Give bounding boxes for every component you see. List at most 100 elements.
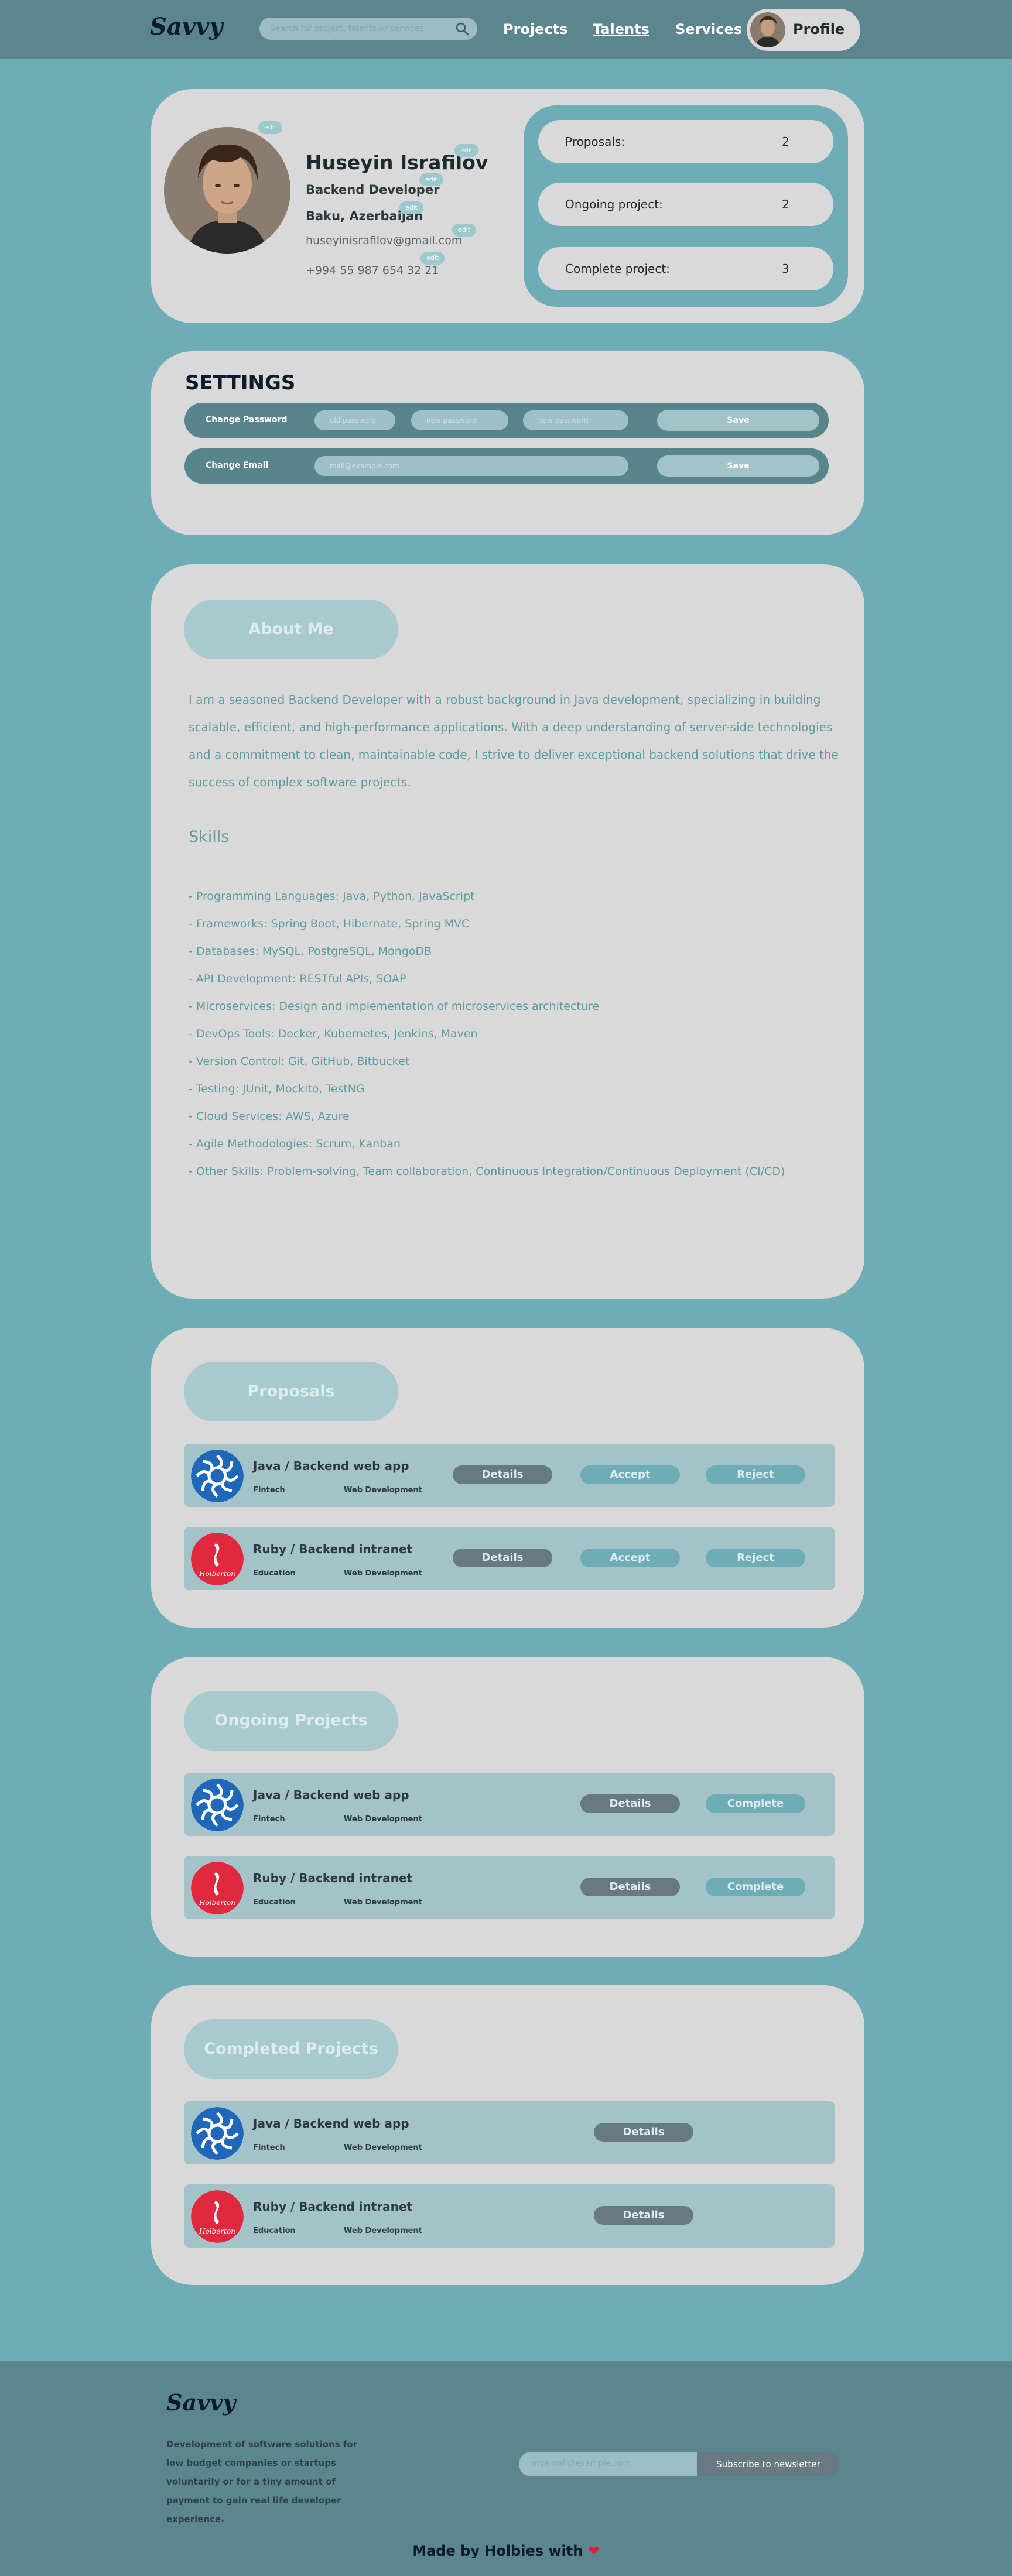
stat-complete[interactable]: Complete project: 3 xyxy=(538,247,833,290)
confirm-password-input[interactable]: new password xyxy=(523,410,628,430)
accept-button[interactable]: Accept xyxy=(580,1465,680,1484)
project-title: Ruby / Backend intranet xyxy=(253,1542,413,1556)
proposal-row[interactable]: Holberton Ruby / Backend intranet Educat… xyxy=(184,1527,835,1590)
holberton-logo-icon: Holberton xyxy=(191,2190,244,2243)
skill-item: - Version Control: Git, GitHub, Bitbucke… xyxy=(189,1055,410,1068)
complete-button[interactable]: Complete xyxy=(706,1794,805,1813)
details-button[interactable]: Details xyxy=(594,2123,693,2142)
completed-projects-card: Completed Projects Java / Backend web ap… xyxy=(151,1985,864,2285)
profile-role: Backend Developer xyxy=(306,183,440,197)
footer-logo[interactable]: Savvy xyxy=(166,2389,235,2416)
skill-item: - Agile Methodologies: Scrum, Kanban xyxy=(189,1138,401,1150)
holberton-logo-icon: Holberton xyxy=(191,1862,244,1914)
completed-heading: Completed Projects xyxy=(184,2019,398,2079)
stat-label: Proposals: xyxy=(565,135,625,149)
stat-label: Ongoing project: xyxy=(565,197,663,211)
profile-avatar xyxy=(164,127,290,254)
stat-ongoing[interactable]: Ongoing project: 2 xyxy=(538,183,833,226)
footer: Savvy Development of software solutions … xyxy=(0,2361,1012,2576)
project-category: Education xyxy=(253,1898,296,1907)
details-button[interactable]: Details xyxy=(580,1794,680,1813)
settings-card: SETTINGS Change Password old password ne… xyxy=(151,351,864,535)
search-bar[interactable]: Search for project, talents or services xyxy=(259,18,477,40)
edit-location-button[interactable]: edit xyxy=(399,201,424,214)
project-title: Java / Backend web app xyxy=(253,1459,409,1473)
heart-icon: ❤ xyxy=(587,2543,600,2559)
proposals-card: Proposals Java / Backend web app Fintech… xyxy=(151,1328,864,1628)
project-category: Fintech xyxy=(253,2143,285,2152)
new-email-input[interactable]: mail@example.com xyxy=(314,456,628,476)
search-placeholder[interactable]: Search for project, talents or services xyxy=(270,24,424,33)
project-type: Web Development xyxy=(344,1486,422,1495)
fintech-logo-icon xyxy=(191,1450,244,1502)
settings-title: SETTINGS xyxy=(185,371,296,395)
edit-email-button[interactable]: edit xyxy=(452,224,477,237)
change-email-row: Change Email mail@example.com Save xyxy=(184,448,829,484)
profile-button[interactable]: Profile xyxy=(747,9,860,51)
edit-avatar-button[interactable]: edit xyxy=(258,121,283,134)
skills-heading: Skills xyxy=(189,828,230,846)
nav-link-projects[interactable]: Projects xyxy=(503,21,567,37)
project-row[interactable]: Java / Backend web app Fintech Web Devel… xyxy=(184,1773,835,1836)
save-password-button[interactable]: Save xyxy=(657,410,819,431)
project-type: Web Development xyxy=(344,1815,422,1824)
skill-item: - API Development: RESTful APIs, SOAP xyxy=(189,972,406,985)
brand-logo[interactable]: Savvy xyxy=(150,13,223,40)
save-email-button[interactable]: Save xyxy=(657,455,819,477)
input-placeholder: old password xyxy=(330,416,377,424)
edit-role-button[interactable]: edit xyxy=(419,173,444,186)
subscribe-button[interactable]: Subscribe to newsletter xyxy=(697,2452,840,2476)
skill-item: - Frameworks: Spring Boot, Hibernate, Sp… xyxy=(189,917,470,930)
project-type: Web Development xyxy=(344,1898,422,1907)
accept-button[interactable]: Accept xyxy=(580,1549,680,1567)
project-title: Ruby / Backend intranet xyxy=(253,1871,413,1885)
avatar xyxy=(750,12,785,47)
profile-card: edit Huseyin Israfilov edit Backend Deve… xyxy=(151,89,864,323)
project-row[interactable]: Java / Backend web app Fintech Web Devel… xyxy=(184,2101,835,2164)
made-by-text: Made by Holbies with ❤ xyxy=(0,2543,1012,2559)
made-by-label: Made by Holbies with xyxy=(412,2543,583,2559)
reject-button[interactable]: Reject xyxy=(706,1549,805,1567)
project-stats-panel: Proposals: 2 Ongoing project: 2 Complete… xyxy=(524,105,848,307)
project-row[interactable]: Holberton Ruby / Backend intranet Educat… xyxy=(184,1856,835,1919)
project-type: Web Development xyxy=(344,2143,422,2152)
project-title: Ruby / Backend intranet xyxy=(253,2200,413,2214)
stat-proposals[interactable]: Proposals: 2 xyxy=(538,120,833,163)
project-category: Education xyxy=(253,1569,296,1578)
ongoing-heading: Ongoing Projects xyxy=(184,1691,398,1751)
proposal-row[interactable]: Java / Backend web app Fintech Web Devel… xyxy=(184,1444,835,1507)
project-category: Education xyxy=(253,2226,296,2235)
details-button[interactable]: Details xyxy=(453,1549,552,1567)
fintech-logo-icon xyxy=(191,2107,244,2160)
details-button[interactable]: Details xyxy=(594,2206,693,2225)
skill-item: - Other Skills: Problem-solving, Team co… xyxy=(189,1165,785,1178)
nav-link-talents[interactable]: Talents xyxy=(593,21,649,37)
project-title: Java / Backend web app xyxy=(253,2116,409,2130)
stat-value: 2 xyxy=(782,197,789,211)
search-icon[interactable] xyxy=(455,22,469,36)
input-placeholder: mail@example.com xyxy=(330,462,399,470)
project-category: Fintech xyxy=(253,1815,285,1824)
svg-text:Holberton: Holberton xyxy=(199,2227,235,2235)
skill-item: - Databases: MySQL, PostgreSQL, MongoDB xyxy=(189,945,432,958)
nav-link-services[interactable]: Services xyxy=(675,21,742,37)
proposals-heading: Proposals xyxy=(184,1362,398,1421)
fintech-logo-icon xyxy=(191,1779,244,1831)
reject-button[interactable]: Reject xyxy=(706,1465,805,1484)
details-button[interactable]: Details xyxy=(580,1878,680,1896)
change-email-label: Change Email xyxy=(206,461,269,470)
input-placeholder: new password xyxy=(538,416,589,424)
details-button[interactable]: Details xyxy=(453,1465,552,1484)
project-type: Web Development xyxy=(344,2226,422,2235)
edit-phone-button[interactable]: edit xyxy=(420,252,445,265)
svg-text:Holberton: Holberton xyxy=(199,1570,235,1578)
about-text: I am a seasoned Backend Developer with a… xyxy=(189,693,839,789)
input-placeholder: new password xyxy=(426,416,477,424)
newsletter-email-input[interactable]: myemail@example.com xyxy=(532,2459,631,2468)
new-password-input[interactable]: new password xyxy=(411,410,508,430)
complete-button[interactable]: Complete xyxy=(706,1878,805,1896)
profile-email: huseyinisrafilov@gmail.com xyxy=(306,234,463,247)
project-row[interactable]: Holberton Ruby / Backend intranet Educat… xyxy=(184,2184,835,2248)
old-password-input[interactable]: old password xyxy=(314,410,395,430)
edit-name-button[interactable]: edit xyxy=(454,144,479,157)
